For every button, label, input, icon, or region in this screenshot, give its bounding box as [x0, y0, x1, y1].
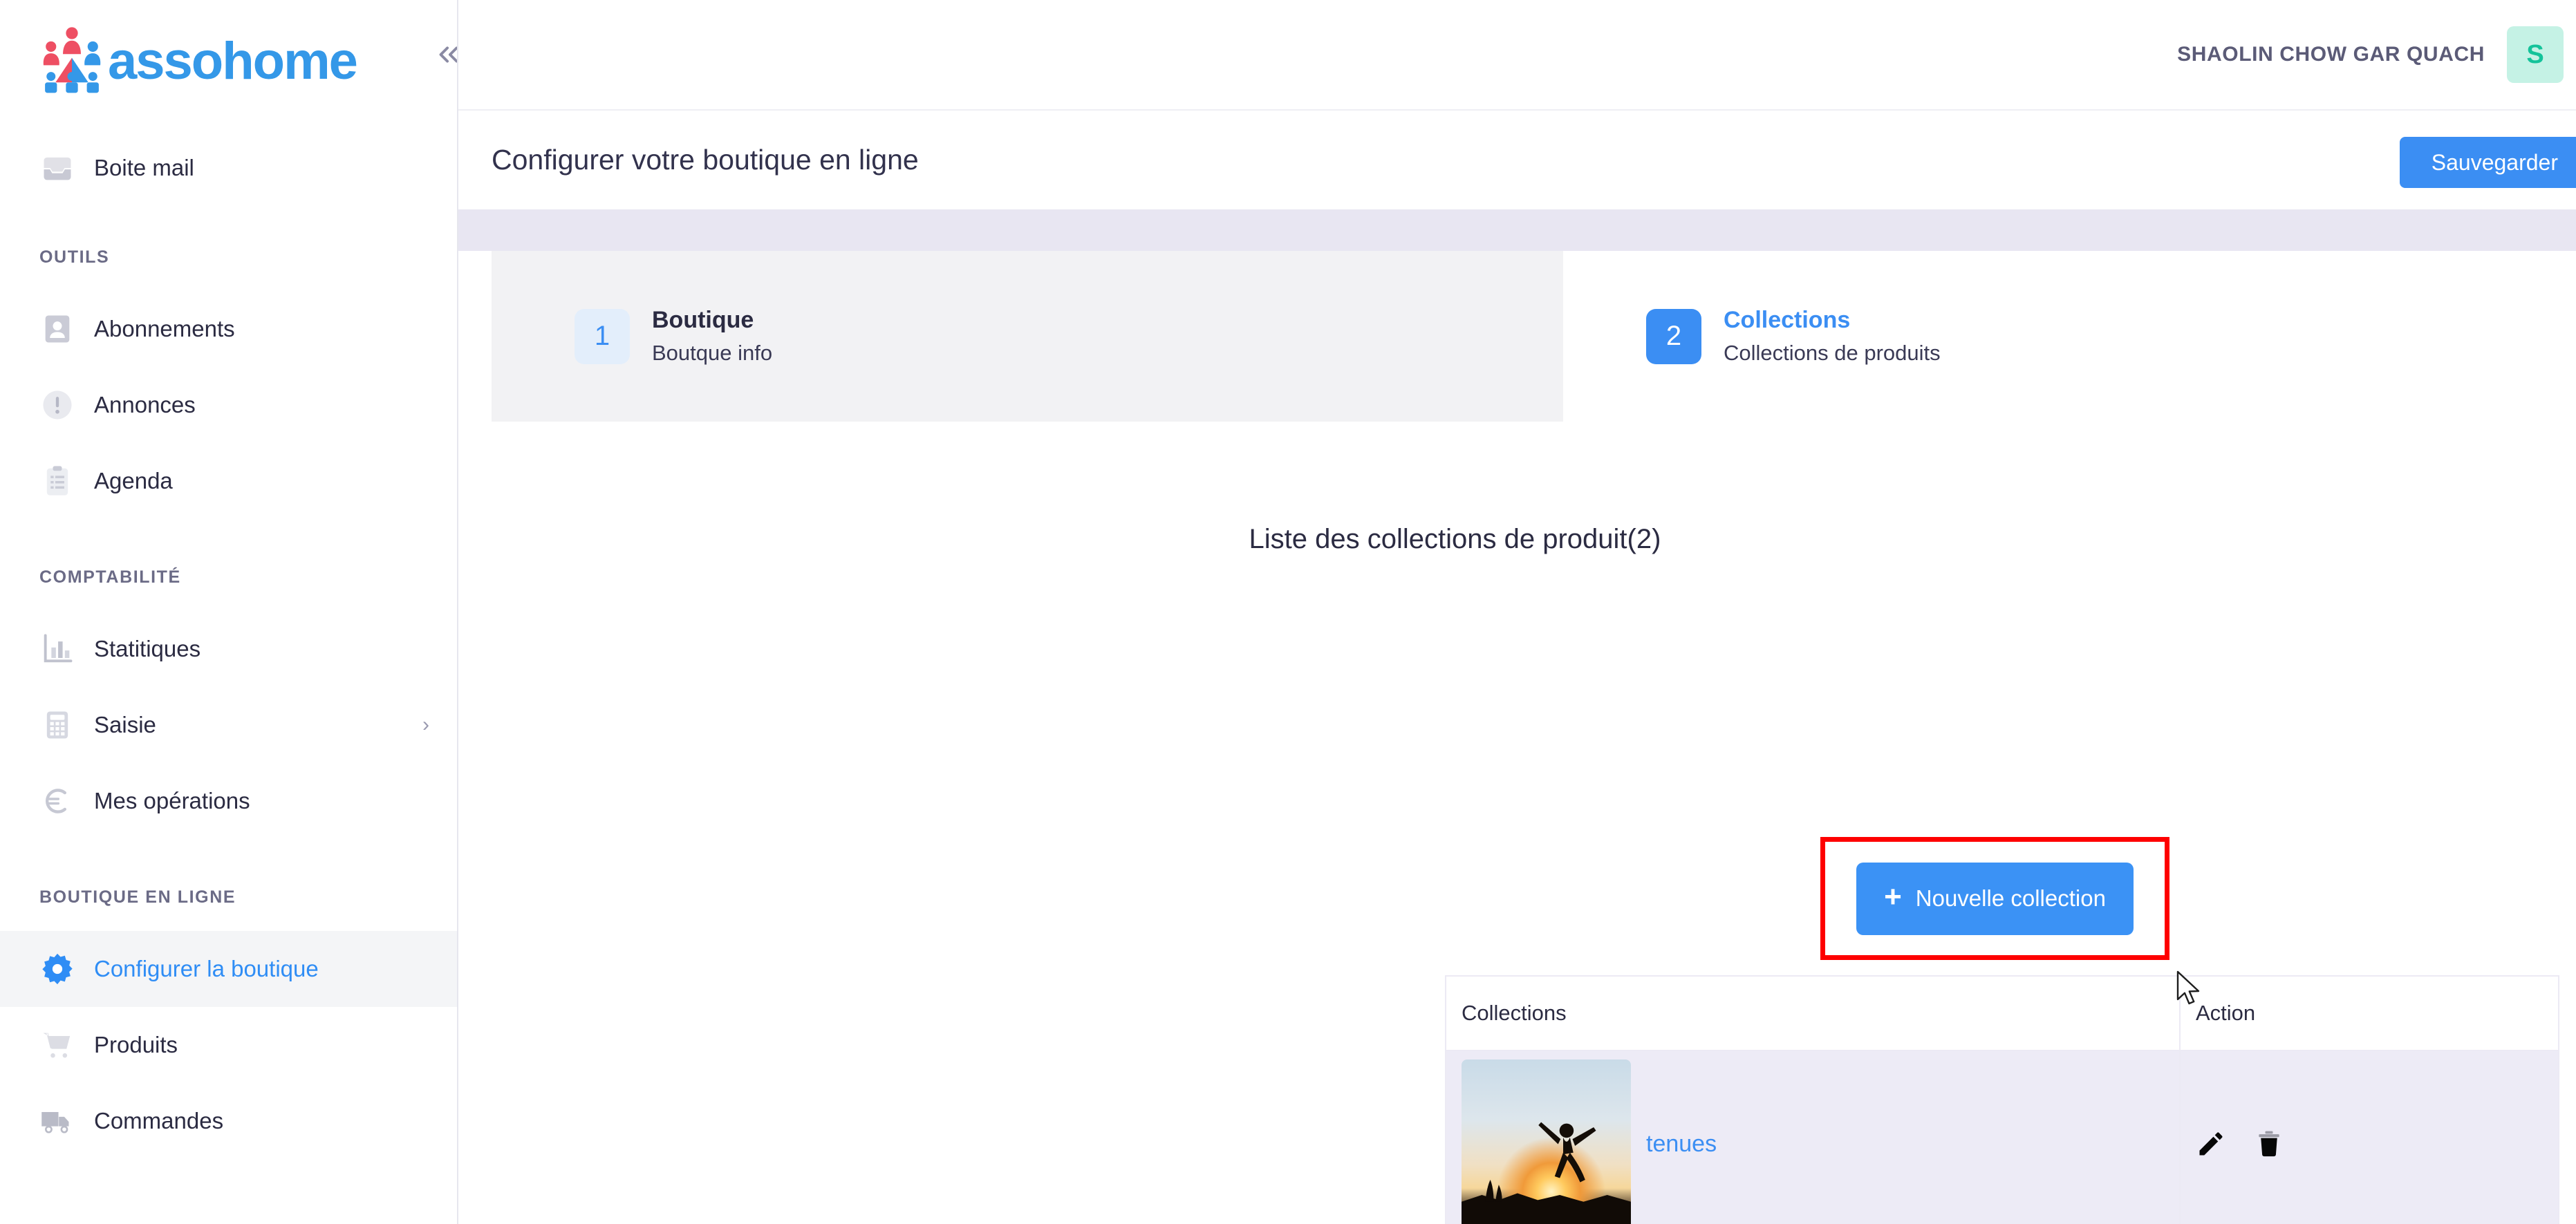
account-name: SHAOLIN CHOW GAR QUACH — [2177, 43, 2485, 66]
new-collection-button[interactable]: + Nouvelle collection — [1856, 863, 2134, 935]
cell-action — [2180, 1051, 2559, 1224]
page-header: Configurer votre boutique en ligne Sauve… — [458, 111, 2576, 209]
step-title: Collections — [1724, 305, 1941, 335]
delivery-truck-icon — [39, 1103, 82, 1139]
pencil-icon[interactable] — [2196, 1129, 2226, 1159]
step-boutique[interactable]: 1 Boutique Boutque info — [492, 251, 1563, 422]
sidebar-section-outils: OUTILS — [0, 247, 457, 267]
brand-name: assohome — [108, 35, 357, 88]
contact-card-icon — [39, 311, 82, 347]
sidebar-section-comptabilite: COMPTABILITÉ — [0, 567, 457, 587]
collection-name-link[interactable]: tenues — [1646, 1131, 1717, 1158]
sidebar-item-mes-operations[interactable]: Mes opérations — [0, 763, 457, 839]
step-title: Boutique — [652, 305, 772, 335]
double-chevron-left-icon — [433, 39, 458, 74]
exclamation-circle-icon — [39, 387, 82, 423]
clipboard-list-icon — [39, 463, 82, 499]
sidebar-item-configurer-la-boutique[interactable]: Configurer la boutique — [0, 931, 457, 1007]
step-number: 2 — [1646, 309, 1701, 364]
page-title: Configurer votre boutique en ligne — [492, 144, 919, 176]
column-header-action: Action — [2180, 976, 2559, 1051]
steps-bar: 1 Boutique Boutque info 2 Collections Co… — [492, 251, 2576, 422]
save-button[interactable]: Sauvegarder — [2400, 137, 2576, 188]
sidebar-item-saisie[interactable]: Saisie › — [0, 687, 457, 763]
brand-header: assohome — [0, 0, 457, 123]
step-collections[interactable]: 2 Collections Collections de produits — [1563, 251, 2576, 422]
sidebar-item-produits[interactable]: Produits — [0, 1007, 457, 1083]
sidebar-nav: Boite mail OUTILS Abonnements — [0, 123, 457, 1159]
topbar: SHAOLIN CHOW GAR QUACH S — [458, 0, 2576, 111]
plus-icon: + — [1884, 885, 1902, 909]
sidebar-collapse-button[interactable] — [429, 36, 458, 76]
sidebar-item-label: Commandes — [94, 1108, 223, 1134]
app-root: assohome Boite mail — [0, 0, 2576, 1224]
sidebar: assohome Boite mail — [0, 0, 458, 1224]
new-collection-label: Nouvelle collection — [1916, 885, 2106, 912]
sidebar-item-annonces[interactable]: Annonces — [0, 367, 457, 443]
sidebar-item-label: Saisie — [94, 712, 156, 738]
cell-collection: tenues — [1446, 1051, 2180, 1224]
sidebar-item-statitiques[interactable]: Statitiques — [0, 611, 457, 687]
euro-sign-icon — [39, 783, 82, 819]
collection-thumbnail — [1462, 1060, 1631, 1224]
sidebar-item-boite-mail[interactable]: Boite mail — [0, 130, 457, 206]
inbox-tray-icon — [39, 150, 82, 186]
step-text: Boutique Boutque info — [652, 305, 772, 367]
sidebar-item-label: Annonces — [94, 392, 196, 418]
sidebar-item-label: Statitiques — [94, 636, 200, 662]
sidebar-item-abonnements[interactable]: Abonnements — [0, 291, 457, 367]
step-subtitle: Boutque info — [652, 340, 772, 367]
column-header-collections: Collections — [1446, 976, 2180, 1051]
page-band-divider — [458, 209, 2576, 251]
sidebar-item-label: Produits — [94, 1032, 178, 1058]
table-row: tenues — [1446, 1051, 2559, 1224]
assohome-logo-icon — [35, 24, 109, 99]
trash-icon[interactable] — [2254, 1129, 2284, 1159]
table-head: Collections Action — [1446, 976, 2559, 1051]
calculator-icon — [39, 707, 82, 743]
gear-icon — [39, 951, 82, 987]
sidebar-item-label: Abonnements — [94, 316, 235, 342]
new-collection-highlight: + Nouvelle collection — [1820, 837, 2169, 960]
sidebar-item-label: Boite mail — [94, 155, 194, 181]
table-body: tenues — [1446, 1051, 2559, 1224]
step-text: Collections Collections de produits — [1724, 305, 1941, 367]
avatar[interactable]: S — [2507, 26, 2564, 83]
step-number: 1 — [575, 309, 630, 364]
collections-table: Collections Action — [1445, 975, 2559, 1224]
sidebar-section-boutique-en-ligne: BOUTIQUE EN LIGNE — [0, 887, 457, 907]
main-area: SHAOLIN CHOW GAR QUACH S Configurer votr… — [458, 0, 2576, 1224]
sidebar-item-label: Mes opérations — [94, 788, 250, 814]
step-subtitle: Collections de produits — [1724, 340, 1941, 367]
table-header-row: Collections Action — [1446, 976, 2559, 1051]
bar-chart-icon — [39, 631, 82, 667]
sidebar-item-commandes[interactable]: Commandes — [0, 1083, 457, 1159]
content-panel: 1 Boutique Boutque info 2 Collections Co… — [458, 251, 2576, 1224]
sidebar-item-label: Configurer la boutique — [94, 956, 319, 982]
sidebar-item-agenda[interactable]: Agenda — [0, 443, 457, 519]
sidebar-item-label: Agenda — [94, 468, 173, 494]
collections-list-title: Liste des collections de produit(2) — [458, 524, 2576, 555]
brand-logo-wrap[interactable]: assohome — [35, 24, 357, 99]
chevron-right-icon: › — [422, 715, 429, 735]
shopping-cart-icon — [39, 1027, 82, 1063]
